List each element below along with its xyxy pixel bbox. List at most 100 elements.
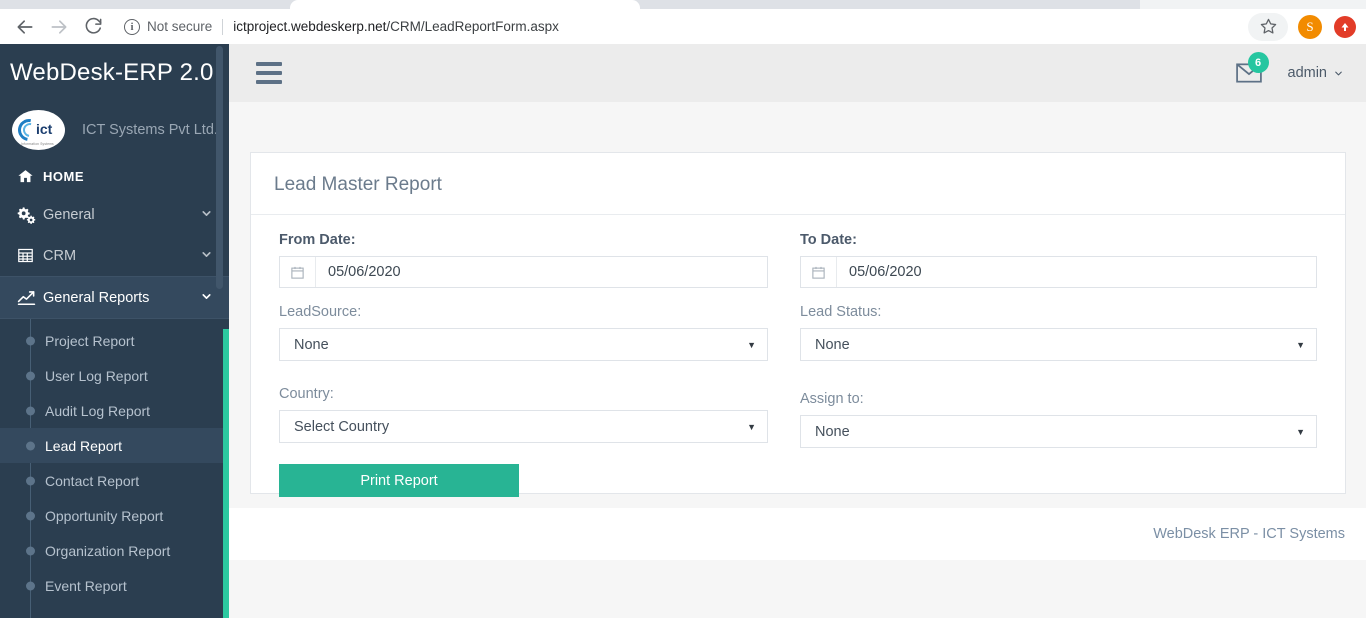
from-date-input[interactable] [316, 257, 767, 287]
assign-to-select[interactable]: None ▼ [800, 415, 1317, 448]
address-bar[interactable]: i Not secure ictproject.webdeskerp.net/C… [116, 12, 1240, 41]
chevron-down-icon: ▼ [747, 421, 756, 432]
sidebar-item-home[interactable]: HOME [0, 158, 229, 194]
sidebar-item-contact-report[interactable]: Contact Report [0, 463, 229, 498]
home-icon [17, 168, 43, 185]
form-row-dates: From Date: To Date: [279, 232, 1317, 288]
country-value: Select Country [294, 418, 390, 435]
url-host: ictproject.webdeskerp.net [233, 19, 387, 34]
lead-report-form: From Date: To Date: [251, 215, 1345, 497]
sidebar-item-organization-report[interactable]: Organization Report [0, 533, 229, 568]
messages-button[interactable]: 6 [1232, 52, 1269, 90]
bullet-icon [26, 546, 35, 555]
sidebar-scrollbar[interactable] [216, 46, 223, 289]
to-date-label: To Date: [800, 232, 857, 248]
form-field-lead-source: LeadSource: None ▼ [279, 304, 798, 361]
top-header-right: 6 admin [1232, 52, 1345, 90]
sidebar-item-user-log-report[interactable]: User Log Report [0, 358, 229, 393]
form-field-country: Country: Select Country ▼ Print Report [279, 386, 798, 497]
extension-icon[interactable] [1334, 15, 1356, 38]
form-row-country-assign: Country: Select Country ▼ Print Report A… [279, 386, 1317, 497]
form-spacer [279, 288, 1317, 304]
url-path: /CRM/LeadReportForm.aspx [386, 19, 559, 34]
star-icon[interactable] [1248, 12, 1288, 41]
security-status-label: Not secure [147, 19, 213, 34]
bullet-icon [26, 476, 35, 485]
gears-icon [17, 205, 43, 224]
lead-status-value: None [815, 336, 850, 353]
sidebar-item-lead-report[interactable]: Lead Report [0, 428, 229, 463]
to-date-input[interactable] [837, 257, 1316, 287]
top-header-bar: 6 admin [229, 44, 1366, 102]
bullet-icon [26, 371, 35, 380]
print-report-button[interactable]: Print Report [279, 464, 519, 497]
browser-tab-active[interactable] [290, 0, 640, 9]
lead-source-label: LeadSource: [279, 304, 362, 320]
main-content: Lead Master Report From Date: To Date [229, 102, 1366, 618]
country-label: Country: [279, 386, 334, 402]
sidebar-item-general-reports[interactable]: General Reports [0, 276, 229, 319]
form-field-from-date: From Date: [279, 232, 798, 288]
bullet-icon [26, 581, 35, 590]
chevron-down-icon: ▼ [1296, 426, 1305, 437]
bullet-icon [26, 336, 35, 345]
form-field-assign-to: Assign to: None ▼ [798, 386, 1317, 497]
lead-source-select[interactable]: None ▼ [279, 328, 768, 361]
reload-icon[interactable] [76, 10, 110, 44]
app-brand-title: WebDesk-ERP 2.0 [10, 59, 214, 86]
ict-logo-text: ict [36, 121, 53, 137]
omnibox-divider [222, 18, 224, 35]
lead-master-report-card: Lead Master Report From Date: To Date [250, 152, 1346, 497]
info-circle-icon[interactable]: i [124, 18, 140, 35]
chevron-down-icon: ▼ [747, 339, 756, 350]
chevron-down-icon [200, 207, 213, 223]
forward-arrow-icon[interactable] [42, 10, 76, 44]
sidebar-subitem-label: Lead Report [45, 437, 123, 454]
sidebar-item-general[interactable]: General [0, 194, 229, 235]
country-select[interactable]: Select Country ▼ [279, 410, 768, 443]
user-menu[interactable]: admin [1288, 65, 1345, 81]
url-text: ictproject.webdeskerp.net/CRM/LeadReport… [233, 19, 559, 34]
sidebar-subitem-label: User Log Report [45, 367, 148, 384]
page-footer: WebDesk ERP - ICT Systems [229, 508, 1366, 560]
calendar-icon[interactable] [280, 257, 316, 287]
chevron-down-icon [200, 290, 213, 306]
sidebar-item-opportunity-report[interactable]: Opportunity Report [0, 498, 229, 533]
sidebar-subitem-label: Event Report [45, 577, 127, 594]
chevron-down-icon [1335, 71, 1342, 75]
to-date-input-group[interactable] [800, 256, 1317, 288]
sidebar-subitem-label: Organization Report [45, 542, 171, 559]
user-menu-label: admin [1287, 65, 1328, 81]
sidebar-submenu-general-reports: Project Report User Log Report Audit Log… [0, 319, 229, 618]
sidebar-item-label-home: HOME [43, 168, 84, 184]
sidebar-item-label-general-reports: General Reports [43, 289, 150, 306]
profile-avatar[interactable]: S [1298, 14, 1322, 39]
sidebar-subitem-label: Project Report [45, 332, 135, 349]
bullet-icon [26, 511, 35, 520]
grid-icon [17, 247, 43, 264]
chevron-down-icon: ▼ [1296, 339, 1305, 350]
form-spacer [279, 361, 1317, 386]
ict-logo-tagline: Information Systems [21, 142, 54, 146]
sidebar-item-crm[interactable]: CRM [0, 235, 229, 276]
lead-source-value: None [294, 336, 329, 353]
sidebar-item-audit-log-report[interactable]: Audit Log Report [0, 393, 229, 428]
company-row: ict Information Systems ICT Systems Pvt … [0, 102, 229, 158]
browser-tab-strip-right [1140, 0, 1366, 9]
sidebar-item-event-report[interactable]: Event Report [0, 568, 229, 603]
sidebar-item-project-report[interactable]: Project Report [0, 323, 229, 358]
browser-chrome: i Not secure ictproject.webdeskerp.net/C… [0, 0, 1366, 44]
hamburger-icon[interactable] [256, 62, 282, 84]
assign-to-value: None [815, 423, 850, 440]
form-row-source-status: LeadSource: None ▼ Lead Status: None ▼ [279, 304, 1317, 361]
lead-status-select[interactable]: None ▼ [800, 328, 1317, 361]
lead-status-label: Lead Status: [800, 304, 882, 320]
chart-line-icon [17, 288, 43, 307]
toolbar-right-actions: S [1248, 12, 1356, 41]
browser-toolbar: i Not secure ictproject.webdeskerp.net/C… [0, 9, 1366, 44]
ict-logo-icon: ict Information Systems [12, 110, 65, 150]
from-date-input-group[interactable] [279, 256, 768, 288]
footer-text: WebDesk ERP - ICT Systems [1153, 526, 1345, 542]
calendar-icon[interactable] [801, 257, 837, 287]
back-arrow-icon[interactable] [8, 10, 42, 44]
